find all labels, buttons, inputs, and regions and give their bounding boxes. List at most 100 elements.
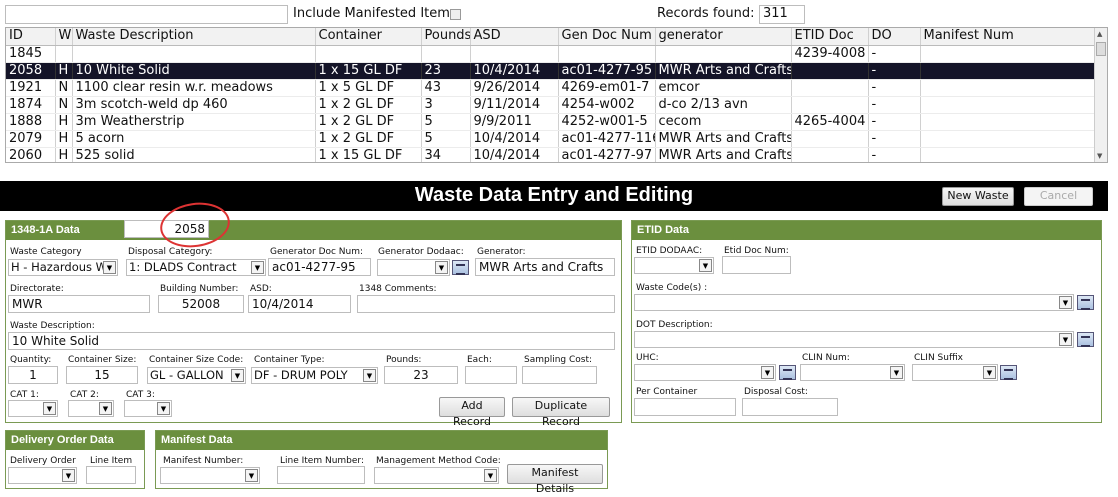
add-record-button[interactable]: Add Record [439,397,505,428]
table-cell: MWR Arts and Crafts [655,62,792,80]
include-manifested-label: Include Manifested Items [293,6,457,21]
chevron-down-icon: ▼ [484,469,497,482]
sampling-cost-field[interactable] [522,366,597,384]
delivery-order-select[interactable]: ▼ [8,467,77,484]
dot-description-select[interactable]: ▼ [634,331,1074,348]
table-row[interactable]: 2060 H 525 solid 1 x 15 GL DF 34 10/4/2014 ac0… [6,147,1097,162]
include-manifested-checkbox[interactable] [450,9,461,20]
column-header[interactable]: Manifest Num [920,28,1097,46]
waste-description-field[interactable]: 10 White Solid [8,332,615,350]
table-row[interactable]: 2079 H 5 acorn 1 x 2 GL DF 5 10/4/2014 ac01-42… [6,130,1097,148]
lookup-icon[interactable] [1077,332,1094,347]
column-header[interactable]: ETID Doc [791,28,869,46]
cat1-select[interactable]: ▼ [8,400,58,417]
table-row[interactable]: 2058 H 10 White Solid 1 x 15 GL DF 23 10/4/20… [6,62,1097,80]
building-field[interactable]: 52008 [158,295,244,313]
gen-dodaac-select[interactable]: ▼ [377,259,450,276]
column-header[interactable]: ASD [470,28,559,46]
each-label: Each: [467,355,492,365]
table-cell: 10/4/2014 [470,62,559,80]
container-type-select[interactable]: DF - DRUM POLY ▼ [251,367,378,384]
table-row[interactable]: 1874 N 3m scotch-weld dp 460 1 x 2 GL DF 3 9/… [6,96,1097,114]
per-container-field[interactable] [634,398,736,416]
comments-label: 1348 Comments: [359,284,437,294]
column-header[interactable]: generator [655,28,792,46]
chevron-down-icon: ▼ [1059,296,1072,309]
column-header[interactable]: Gen Doc Num [558,28,656,46]
lookup-icon[interactable] [1077,295,1094,310]
quantity-field[interactable]: 1 [8,366,58,384]
table-row[interactable]: 1921 N 1100 clear resin w.r. meadows 1 x 5 … [6,79,1097,97]
duplicate-record-button[interactable]: Duplicate Record [512,397,610,428]
column-header[interactable]: DO [868,28,921,46]
table-cell: MWR Arts and Crafts [655,130,792,148]
gen-doc-field[interactable]: ac01-4277-95 [268,258,371,276]
container-size-field[interactable]: 15 [66,366,138,384]
lookup-icon[interactable] [779,365,796,380]
grid-scrollbar[interactable]: ▲ ▼ [1094,28,1107,162]
chevron-down-icon: ▼ [890,366,903,379]
manifest-line-label: Line Item Number: [280,456,364,466]
chevron-down-icon: ▼ [761,366,774,379]
manifest-line-field[interactable] [277,466,365,484]
table-cell: 1 x 2 GL DF [315,113,422,131]
table-cell: - [868,96,921,114]
etid-docnum-field[interactable] [722,256,791,274]
dot-description-label: DOT Description: [636,320,713,330]
disposal-category-select[interactable]: 1: DLADS Contract ▼ [126,259,266,276]
asd-field[interactable]: 10/4/2014 [248,295,351,313]
table-cell [55,45,73,63]
manifest-number-select[interactable]: ▼ [160,467,260,484]
column-header[interactable]: ID [6,28,56,46]
table-cell: 1 x 2 GL DF [315,130,422,148]
waste-codes-label: Waste Code(s) : [636,283,708,293]
table-row[interactable]: 1845 4239-4008- [6,45,1097,63]
table-cell: H [55,147,73,162]
cat2-select[interactable]: ▼ [68,400,114,417]
table-cell: ac01-4277-97 [558,147,656,162]
management-method-label: Management Method Code: [376,456,501,466]
column-header[interactable]: Container [315,28,422,46]
generator-label: Generator: [477,247,526,257]
table-cell [920,96,1097,114]
manifest-details-button[interactable]: Manifest Details [507,464,603,495]
cat3-select[interactable]: ▼ [124,400,172,417]
column-header[interactable]: Pounds [421,28,471,46]
table-cell: 4239-4008 [791,45,869,63]
table-cell: 1 x 2 GL DF [315,96,422,114]
management-method-select[interactable]: ▼ [374,467,499,484]
disposal-cost-field[interactable] [742,398,838,416]
cancel-button[interactable]: Cancel [1024,187,1093,206]
table-cell: 9/26/2014 [470,79,559,97]
comments-field[interactable] [357,295,615,313]
table-cell: - [868,62,921,80]
table-cell: 4269-em01-7 [558,79,656,97]
directorate-field[interactable]: MWR [8,295,150,313]
table-cell: 1845 [6,45,56,63]
lookup-icon[interactable] [452,260,469,275]
table-cell: 2060 [6,147,56,162]
line-item-field[interactable] [86,466,136,484]
container-size-code-select[interactable]: GL - GALLON ▼ [147,367,246,384]
directorate-label: Directorate: [10,284,64,294]
clin-suffix-select[interactable]: ▼ [912,364,998,381]
new-waste-button[interactable]: New Waste [942,187,1014,206]
waste-codes-select[interactable]: ▼ [634,294,1074,311]
records-found-label: Records found: [657,6,755,21]
each-field[interactable] [465,366,517,384]
panel-etid-title: ETID Data [632,221,1101,240]
uhc-select[interactable]: ▼ [634,364,776,381]
table-row[interactable]: 1888 H 3m Weatherstrip 1 x 2 GL DF 5 9/9/2011… [6,113,1097,131]
etid-dodaac-select[interactable]: ▼ [634,257,714,274]
generator-field[interactable]: MWR Arts and Crafts [475,258,615,276]
waste-category-select[interactable]: H - Hazardous W ▼ [8,259,118,276]
column-header[interactable]: W [55,28,73,46]
scroll-thumb[interactable] [1096,42,1106,56]
clin-num-select[interactable]: ▼ [800,364,905,381]
column-header[interactable]: Waste Description [72,28,316,46]
container-size-code-label: Container Size Code: [149,355,244,365]
search-input[interactable] [5,5,288,24]
lookup-icon[interactable] [1000,365,1017,380]
table-cell: H [55,113,73,131]
pounds-field[interactable]: 23 [384,366,458,384]
